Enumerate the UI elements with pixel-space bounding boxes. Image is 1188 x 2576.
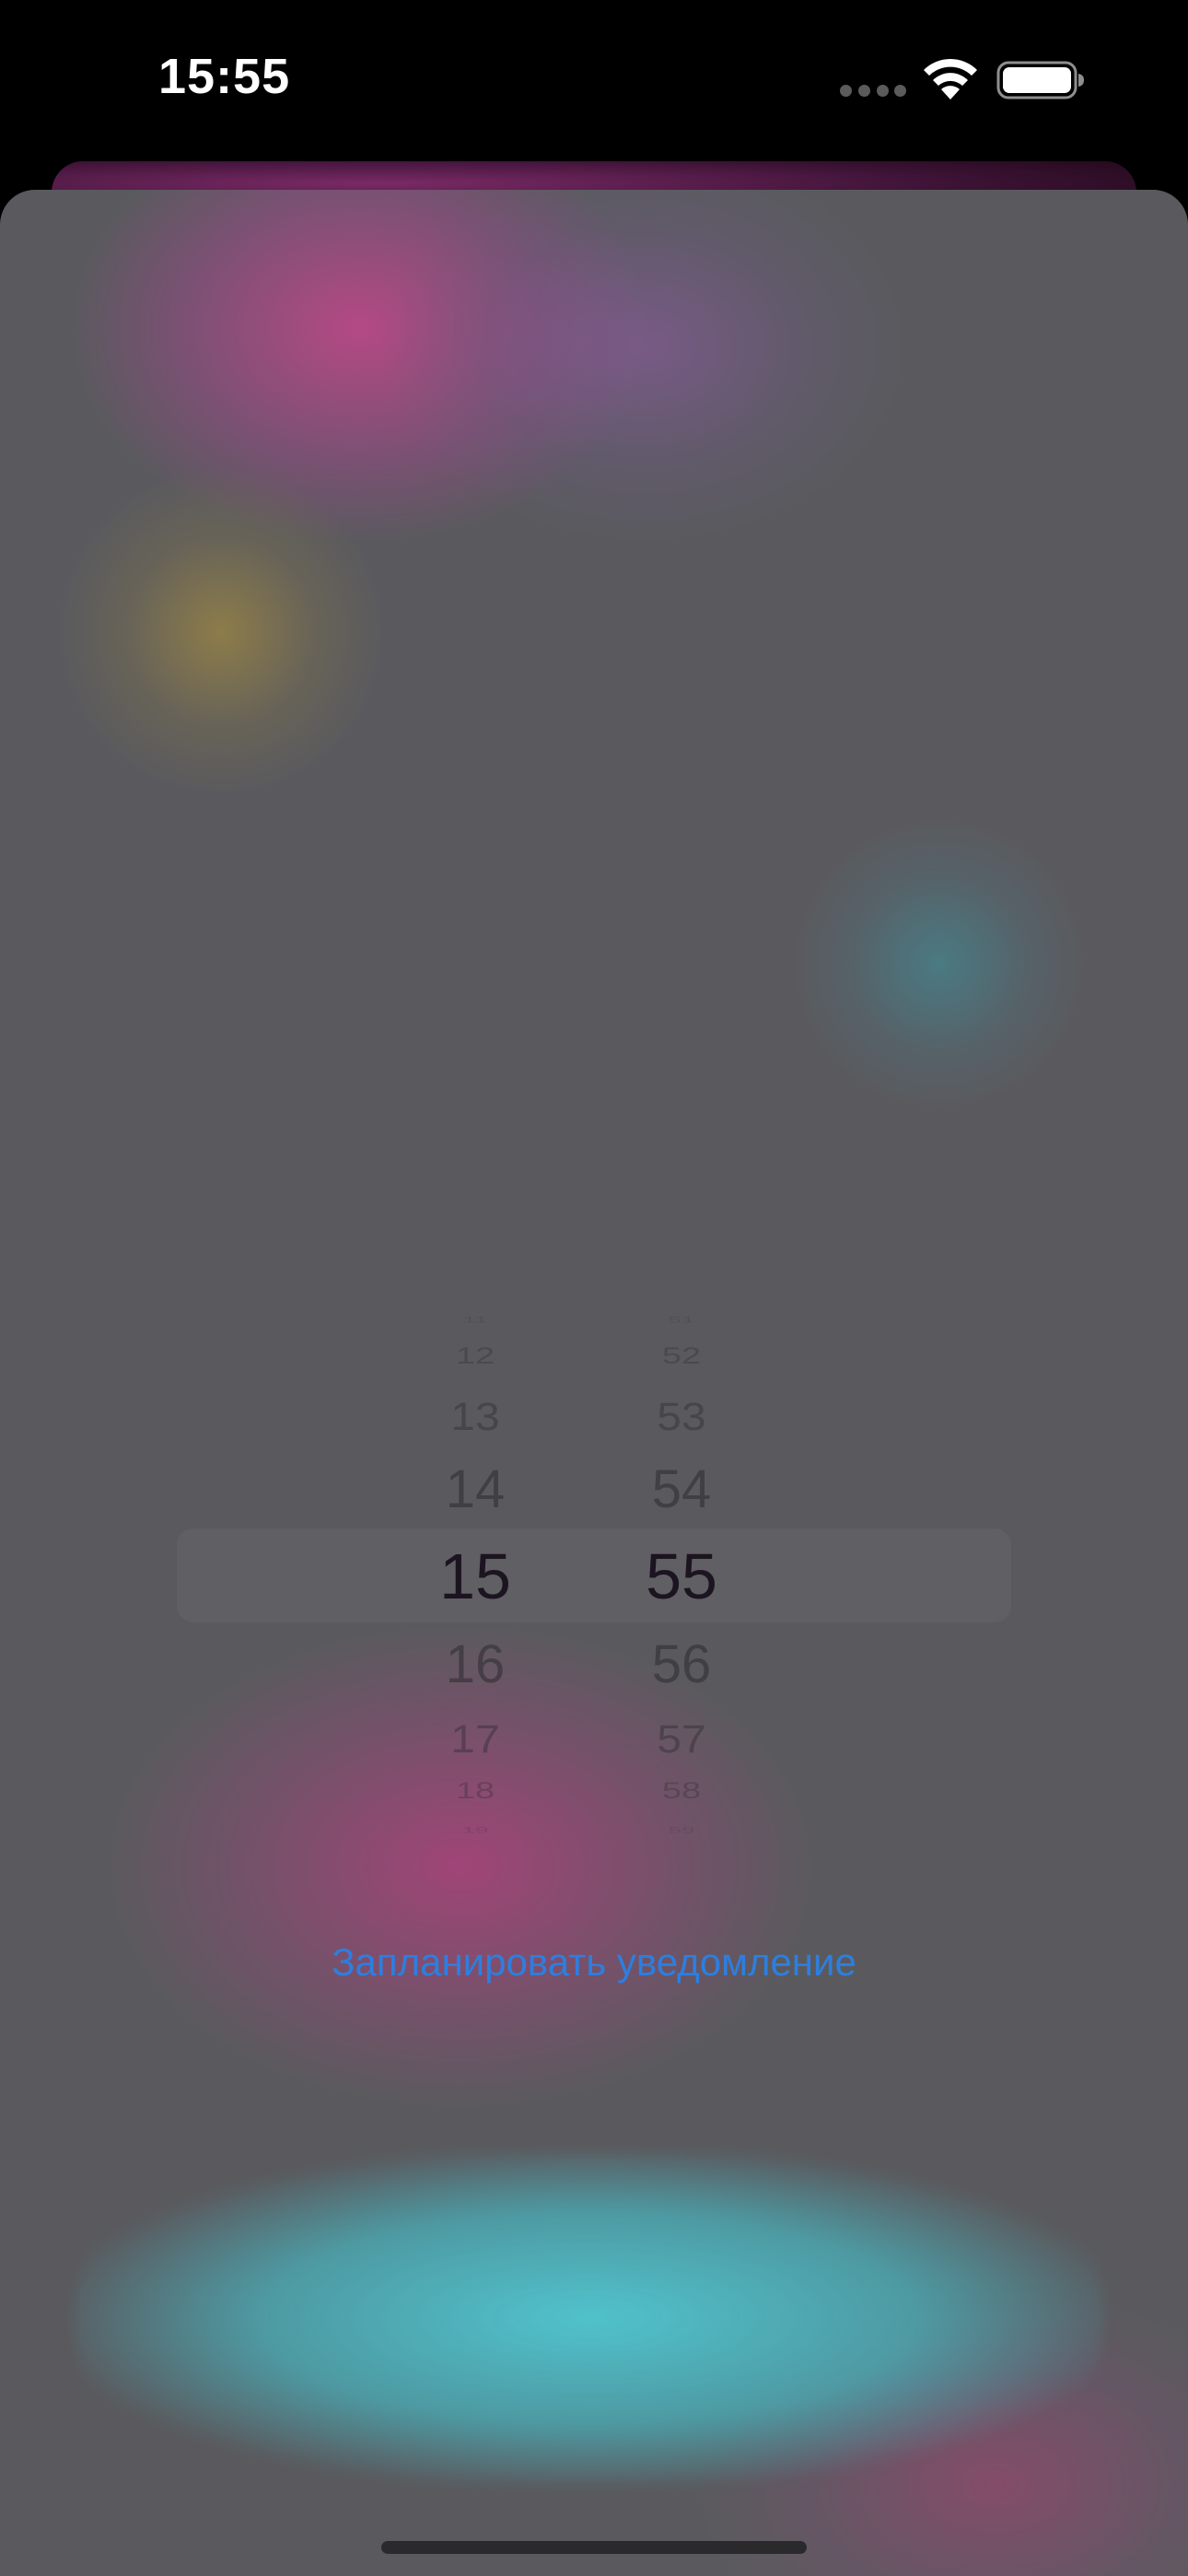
wifi-icon	[924, 58, 977, 100]
hour-option[interactable]: 18	[402, 1779, 549, 1805]
hour-option[interactable]: 16	[402, 1633, 549, 1695]
picker-selection-highlight	[177, 1528, 1011, 1622]
minute-option[interactable]: 58	[608, 1779, 755, 1805]
app-screen: 15:55 11 12 13 14 15 16 17 18 19 51 52 5…	[0, 0, 1188, 2576]
time-picker[interactable]: 11 12 13 14 15 16 17 18 19 51 52 53 54 5…	[0, 1309, 1188, 1835]
hour-option[interactable]: 14	[402, 1458, 549, 1520]
home-indicator[interactable]	[381, 2541, 807, 2554]
minute-option[interactable]: 56	[608, 1633, 755, 1695]
minute-wheel[interactable]: 51 52 53 54 55 56 57 58 59	[608, 1309, 755, 1835]
notification-sheet: 11 12 13 14 15 16 17 18 19 51 52 53 54 5…	[0, 190, 1188, 2576]
background-blur-blob	[74, 2152, 1105, 2484]
selected-minute[interactable]: 55	[608, 1540, 755, 1613]
status-bar: 15:55	[0, 0, 1188, 166]
cellular-signal-dots-icon	[840, 85, 906, 98]
schedule-notification-button[interactable]: Запланировать уведомление	[0, 1940, 1188, 1985]
minute-option[interactable]: 53	[608, 1395, 755, 1439]
minute-option[interactable]: 52	[608, 1344, 755, 1370]
status-time: 15:55	[158, 49, 291, 104]
minute-option[interactable]: 59	[608, 1825, 755, 1835]
hour-option[interactable]: 19	[402, 1825, 549, 1835]
minute-option[interactable]: 57	[608, 1717, 755, 1762]
background-blur-blob	[792, 816, 1087, 1111]
hour-option[interactable]: 12	[402, 1344, 549, 1370]
selected-hour[interactable]: 15	[402, 1540, 549, 1613]
hour-wheel[interactable]: 11 12 13 14 15 16 17 18 19	[402, 1309, 549, 1835]
background-blur-blob	[55, 466, 387, 798]
hour-option[interactable]: 13	[402, 1395, 549, 1439]
battery-full-icon	[996, 61, 1084, 100]
hour-option[interactable]: 17	[402, 1717, 549, 1762]
hour-option[interactable]: 11	[402, 1315, 549, 1325]
minute-option[interactable]: 51	[608, 1315, 755, 1325]
minute-option[interactable]: 54	[608, 1458, 755, 1520]
